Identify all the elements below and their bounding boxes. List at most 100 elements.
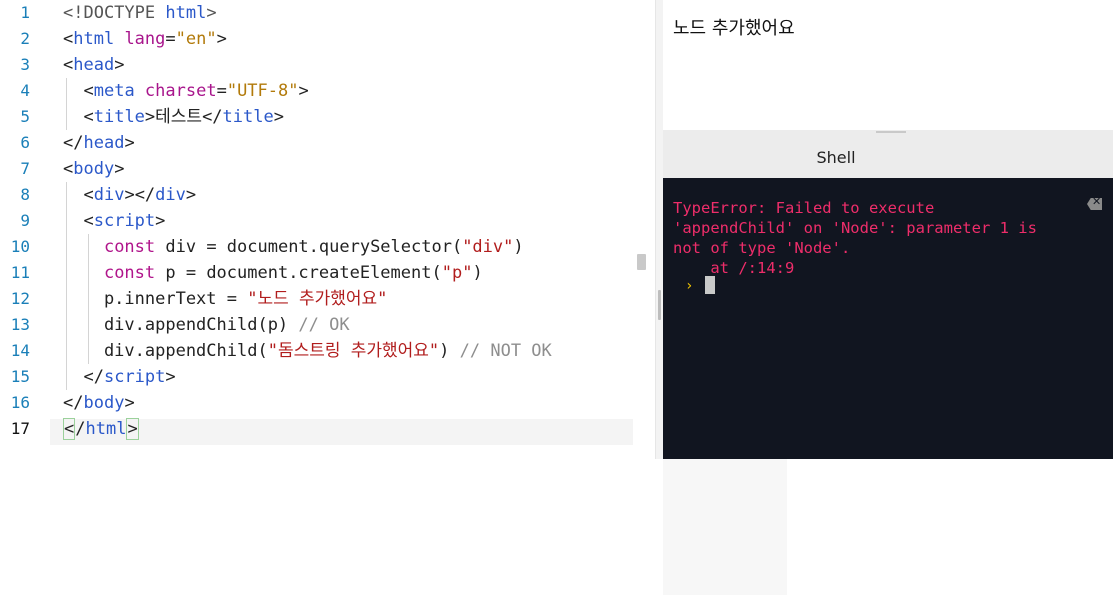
line-number: 10 bbox=[10, 237, 30, 256]
line-number: 12 bbox=[10, 289, 30, 308]
prompt-chevron-icon: › bbox=[685, 278, 694, 294]
code-token: > bbox=[273, 107, 284, 127]
code-line[interactable]: <div></div> bbox=[63, 182, 196, 208]
code-line[interactable]: <!DOCTYPE html> bbox=[63, 0, 217, 26]
console-panel[interactable]: TypeError: Failed to execute 'appendChil… bbox=[663, 178, 1113, 459]
code-token: script bbox=[93, 211, 156, 231]
code-token: </ bbox=[83, 367, 104, 387]
code-line[interactable]: <script> bbox=[63, 208, 165, 234]
resize-grip[interactable] bbox=[876, 131, 906, 133]
code-line[interactable]: </body> bbox=[63, 390, 135, 416]
preview-pane: 노드 추가했어요 bbox=[663, 0, 1113, 130]
code-token: >테스트</ bbox=[144, 107, 223, 127]
code-token: const bbox=[103, 237, 156, 257]
line-number: 1 bbox=[20, 3, 30, 22]
code-token: html bbox=[85, 419, 127, 439]
resize-grip[interactable] bbox=[658, 290, 661, 320]
code-token: "돔스트링 추가했어요" bbox=[267, 341, 440, 361]
code-token: > bbox=[206, 3, 217, 23]
code-editor[interactable]: 1 2 3 4 5 6 7 8 9 10 11 12 13 14 15 16 17 <!DOCTYPE html… bbox=[0, 0, 655, 459]
code-token: p = document.createElement( bbox=[155, 263, 442, 283]
line-number: 8 bbox=[20, 185, 30, 204]
preview-paragraph: 노드 추가했어요 bbox=[673, 18, 795, 39]
console-tabs: Console Shell bbox=[663, 136, 1113, 595]
code-token: html bbox=[73, 29, 115, 49]
code-token: < bbox=[83, 185, 94, 205]
code-line[interactable]: <meta charset="UTF-8"> bbox=[63, 78, 309, 104]
close-icon: ✕ bbox=[1092, 195, 1102, 208]
code-token: < bbox=[63, 159, 74, 179]
code-line[interactable]: </head> bbox=[63, 130, 135, 156]
code-token: ) bbox=[513, 237, 524, 257]
line-number: 17 bbox=[10, 419, 30, 438]
line-number: 7 bbox=[20, 159, 30, 178]
line-number: 15 bbox=[10, 367, 30, 386]
line-number: 11 bbox=[10, 263, 30, 282]
code-token: html bbox=[165, 3, 207, 23]
console-input-caret[interactable] bbox=[705, 276, 715, 294]
code-token: p.innerText = bbox=[63, 289, 248, 309]
code-token: "UTF-8" bbox=[226, 81, 299, 101]
code-token: body bbox=[83, 393, 125, 413]
code-token: "p" bbox=[441, 263, 473, 283]
code-line[interactable]: <head> bbox=[63, 52, 124, 78]
code-token: "노드 추가했어요" bbox=[247, 289, 388, 309]
code-token: < bbox=[63, 418, 76, 440]
code-line[interactable]: p.innerText = "노드 추가했어요" bbox=[63, 286, 387, 312]
code-token: / bbox=[75, 419, 86, 439]
code-line[interactable]: </html> bbox=[63, 416, 139, 442]
code-token: div = document.querySelector( bbox=[155, 237, 463, 257]
code-line[interactable]: div.appendChild(p) // OK bbox=[63, 312, 350, 338]
code-token: </ bbox=[63, 133, 84, 153]
code-token: // OK bbox=[298, 315, 350, 335]
editor-scrollbar[interactable] bbox=[633, 0, 655, 459]
line-number: 6 bbox=[20, 133, 30, 152]
code-token: > bbox=[155, 211, 166, 231]
line-number: 4 bbox=[20, 81, 30, 100]
code-token: head bbox=[73, 55, 115, 75]
code-line[interactable]: </script> bbox=[63, 364, 175, 390]
tab-shell[interactable]: Shell bbox=[787, 136, 885, 178]
code-line[interactable]: div.appendChild("돔스트링 추가했어요") // NOT OK bbox=[63, 338, 552, 364]
code-line[interactable]: const div = document.querySelector("div"… bbox=[63, 234, 524, 260]
code-token: = bbox=[216, 81, 227, 101]
code-token: div.appendChild( bbox=[63, 341, 268, 361]
code-line[interactable]: <html lang="en"> bbox=[63, 26, 227, 52]
code-token: ></ bbox=[124, 185, 156, 205]
code-line[interactable]: <body> bbox=[63, 156, 124, 182]
code-token: div bbox=[155, 185, 186, 205]
line-number: 5 bbox=[20, 107, 30, 126]
code-token: > bbox=[185, 185, 197, 205]
code-token: < bbox=[63, 55, 74, 75]
code-token: div bbox=[93, 185, 125, 205]
code-token: div.appendChild(p) bbox=[63, 315, 299, 335]
code-token: "div" bbox=[462, 237, 514, 257]
code-token: meta bbox=[93, 81, 135, 101]
code-token: ) bbox=[472, 263, 483, 283]
code-token: > bbox=[126, 418, 139, 440]
code-line[interactable]: <title>테스트</title> bbox=[63, 104, 284, 130]
code-token: > bbox=[298, 81, 309, 101]
code-token: charset bbox=[134, 81, 217, 101]
scrollbar-thumb[interactable] bbox=[637, 254, 646, 270]
code-line[interactable]: const p = document.createElement("p") bbox=[63, 260, 483, 286]
line-number: 9 bbox=[20, 211, 30, 230]
code-token: lang bbox=[114, 29, 166, 49]
line-number: 14 bbox=[10, 341, 30, 360]
code-token: = bbox=[165, 29, 176, 49]
line-number: 16 bbox=[10, 393, 30, 412]
line-number: 3 bbox=[20, 55, 30, 74]
active-line-highlight bbox=[50, 419, 655, 445]
code-token: > bbox=[114, 159, 125, 179]
code-token: body bbox=[73, 159, 115, 179]
line-number: 13 bbox=[10, 315, 30, 334]
code-token: // NOT OK bbox=[459, 341, 552, 361]
line-number-gutter: 1 2 3 4 5 6 7 8 9 10 11 12 13 14 15 16 17 bbox=[0, 0, 50, 459]
code-token: > bbox=[124, 133, 135, 153]
clear-console-button[interactable]: ✕ bbox=[1083, 195, 1105, 211]
